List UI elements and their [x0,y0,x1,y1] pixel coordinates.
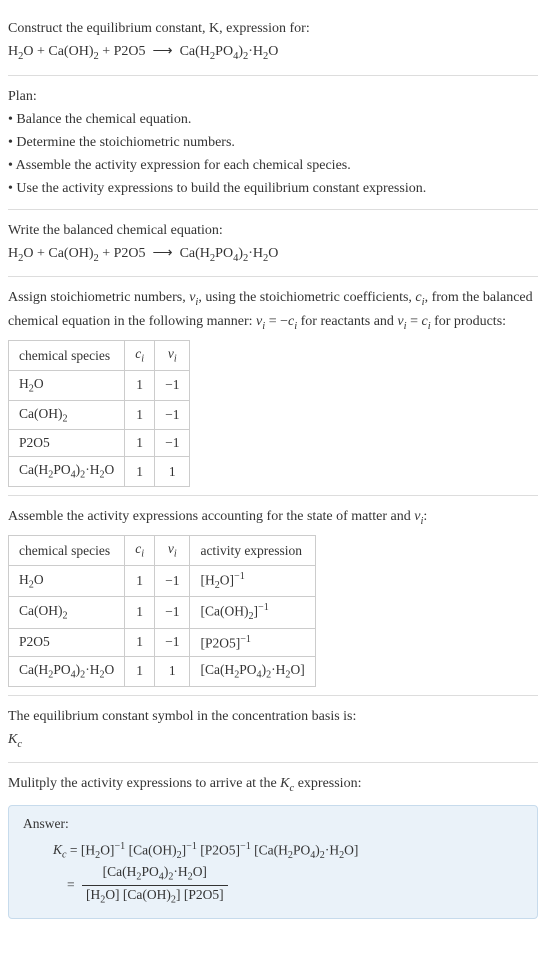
cell-species: H2O [9,370,125,400]
cell-activity: [P2O5]−1 [190,628,315,657]
kc-line-1: Kc = [H2O]−1 [Ca(OH)2]−1 [P2O5]−1 [Ca(H2… [53,840,523,863]
cell-activity: [Ca(OH)2]−1 [190,597,315,628]
stoich-table: chemical species ci νi H2O 1 −1 Ca(OH)2 … [8,340,190,487]
table-row: Ca(OH)2 1 −1 [9,400,190,430]
plan-bullet-3: • Assemble the activity expression for e… [8,155,538,176]
cell-ci: 1 [125,628,155,657]
intro-section: Construct the equilibrium constant, K, e… [8,8,538,76]
table-row: H2O 1 −1 [9,370,190,400]
header-ci: ci [125,341,155,371]
cell-vi: −1 [155,400,190,430]
cell-ci: 1 [125,457,155,487]
cell-activity: [Ca(H2PO4)2·H2O] [190,657,315,687]
stoich-section: Assign stoichiometric numbers, νi, using… [8,277,538,496]
cell-vi: −1 [155,430,190,457]
cell-species: Ca(H2PO4)2·H2O [9,657,125,687]
cell-ci: 1 [125,597,155,628]
cell-vi: −1 [155,566,190,597]
cell-ci: 1 [125,370,155,400]
cell-ci: 1 [125,566,155,597]
plan-bullet-1: • Balance the chemical equation. [8,109,538,130]
table-row: P2O5 1 −1 [9,430,190,457]
cell-ci: 1 [125,657,155,687]
kc-line-2: = [Ca(H2PO4)2·H2O] [H2O] [Ca(OH)2] [P2O5… [53,863,523,908]
cell-vi: −1 [155,370,190,400]
table-row: H2O 1 −1 [H2O]−1 [9,566,316,597]
cell-species: P2O5 [9,628,125,657]
kc-fraction: [Ca(H2PO4)2·H2O] [H2O] [Ca(OH)2] [P2O5] [82,863,228,908]
answer-label: Answer: [23,816,523,832]
cell-vi: 1 [155,457,190,487]
plan-bullet-2: • Determine the stoichiometric numbers. [8,132,538,153]
header-activity: activity expression [190,536,315,566]
table-header-row: chemical species ci νi [9,341,190,371]
balanced-title: Write the balanced chemical equation: [8,220,538,241]
cell-vi: 1 [155,657,190,687]
cell-activity: [H2O]−1 [190,566,315,597]
header-ci: ci [125,536,155,566]
cell-vi: −1 [155,628,190,657]
answer-box: Answer: Kc = [H2O]−1 [Ca(OH)2]−1 [P2O5]−… [8,805,538,919]
table-row: P2O5 1 −1 [P2O5]−1 [9,628,316,657]
activity-section: Assemble the activity expressions accoun… [8,496,538,696]
kc-expression: Kc = [H2O]−1 [Ca(OH)2]−1 [P2O5]−1 [Ca(H2… [53,840,523,908]
table-row: Ca(H2PO4)2·H2O 1 1 [Ca(H2PO4)2·H2O] [9,657,316,687]
balanced-section: Write the balanced chemical equation: H2… [8,210,538,278]
header-species: chemical species [9,536,125,566]
activity-table: chemical species ci νi activity expressi… [8,535,316,686]
intro-line-1: Construct the equilibrium constant, K, e… [8,18,538,39]
kc-denominator: [H2O] [Ca(OH)2] [P2O5] [82,886,228,908]
cell-species: P2O5 [9,430,125,457]
multiply-text: Mulitply the activity expressions to arr… [8,773,538,797]
balanced-equation: H2O + Ca(OH)2 + P2O5 ⟶ Ca(H2PO4)2·H2O [8,243,538,267]
activity-text: Assemble the activity expressions accoun… [8,506,538,530]
table-row: Ca(H2PO4)2·H2O 1 1 [9,457,190,487]
kc-symbol: Kc [8,729,538,753]
cell-species: Ca(H2PO4)2·H2O [9,457,125,487]
plan-section: Plan: • Balance the chemical equation. •… [8,76,538,210]
multiply-section: Mulitply the activity expressions to arr… [8,763,538,927]
cell-species: H2O [9,566,125,597]
header-vi: νi [155,341,190,371]
cell-ci: 1 [125,400,155,430]
table-header-row: chemical species ci νi activity expressi… [9,536,316,566]
intro-equation: H2O + Ca(OH)2 + P2O5 ⟶ Ca(H2PO4)2·H2O [8,41,538,65]
table-row: Ca(OH)2 1 −1 [Ca(OH)2]−1 [9,597,316,628]
kc-symbol-text: The equilibrium constant symbol in the c… [8,706,538,727]
cell-species: Ca(OH)2 [9,597,125,628]
stoich-text: Assign stoichiometric numbers, νi, using… [8,287,538,334]
header-vi: νi [155,536,190,566]
cell-species: Ca(OH)2 [9,400,125,430]
kc-symbol-section: The equilibrium constant symbol in the c… [8,696,538,764]
cell-ci: 1 [125,430,155,457]
plan-bullet-4: • Use the activity expressions to build … [8,178,538,199]
plan-title: Plan: [8,86,538,107]
kc-numerator: [Ca(H2PO4)2·H2O] [82,863,228,886]
header-species: chemical species [9,341,125,371]
cell-vi: −1 [155,597,190,628]
